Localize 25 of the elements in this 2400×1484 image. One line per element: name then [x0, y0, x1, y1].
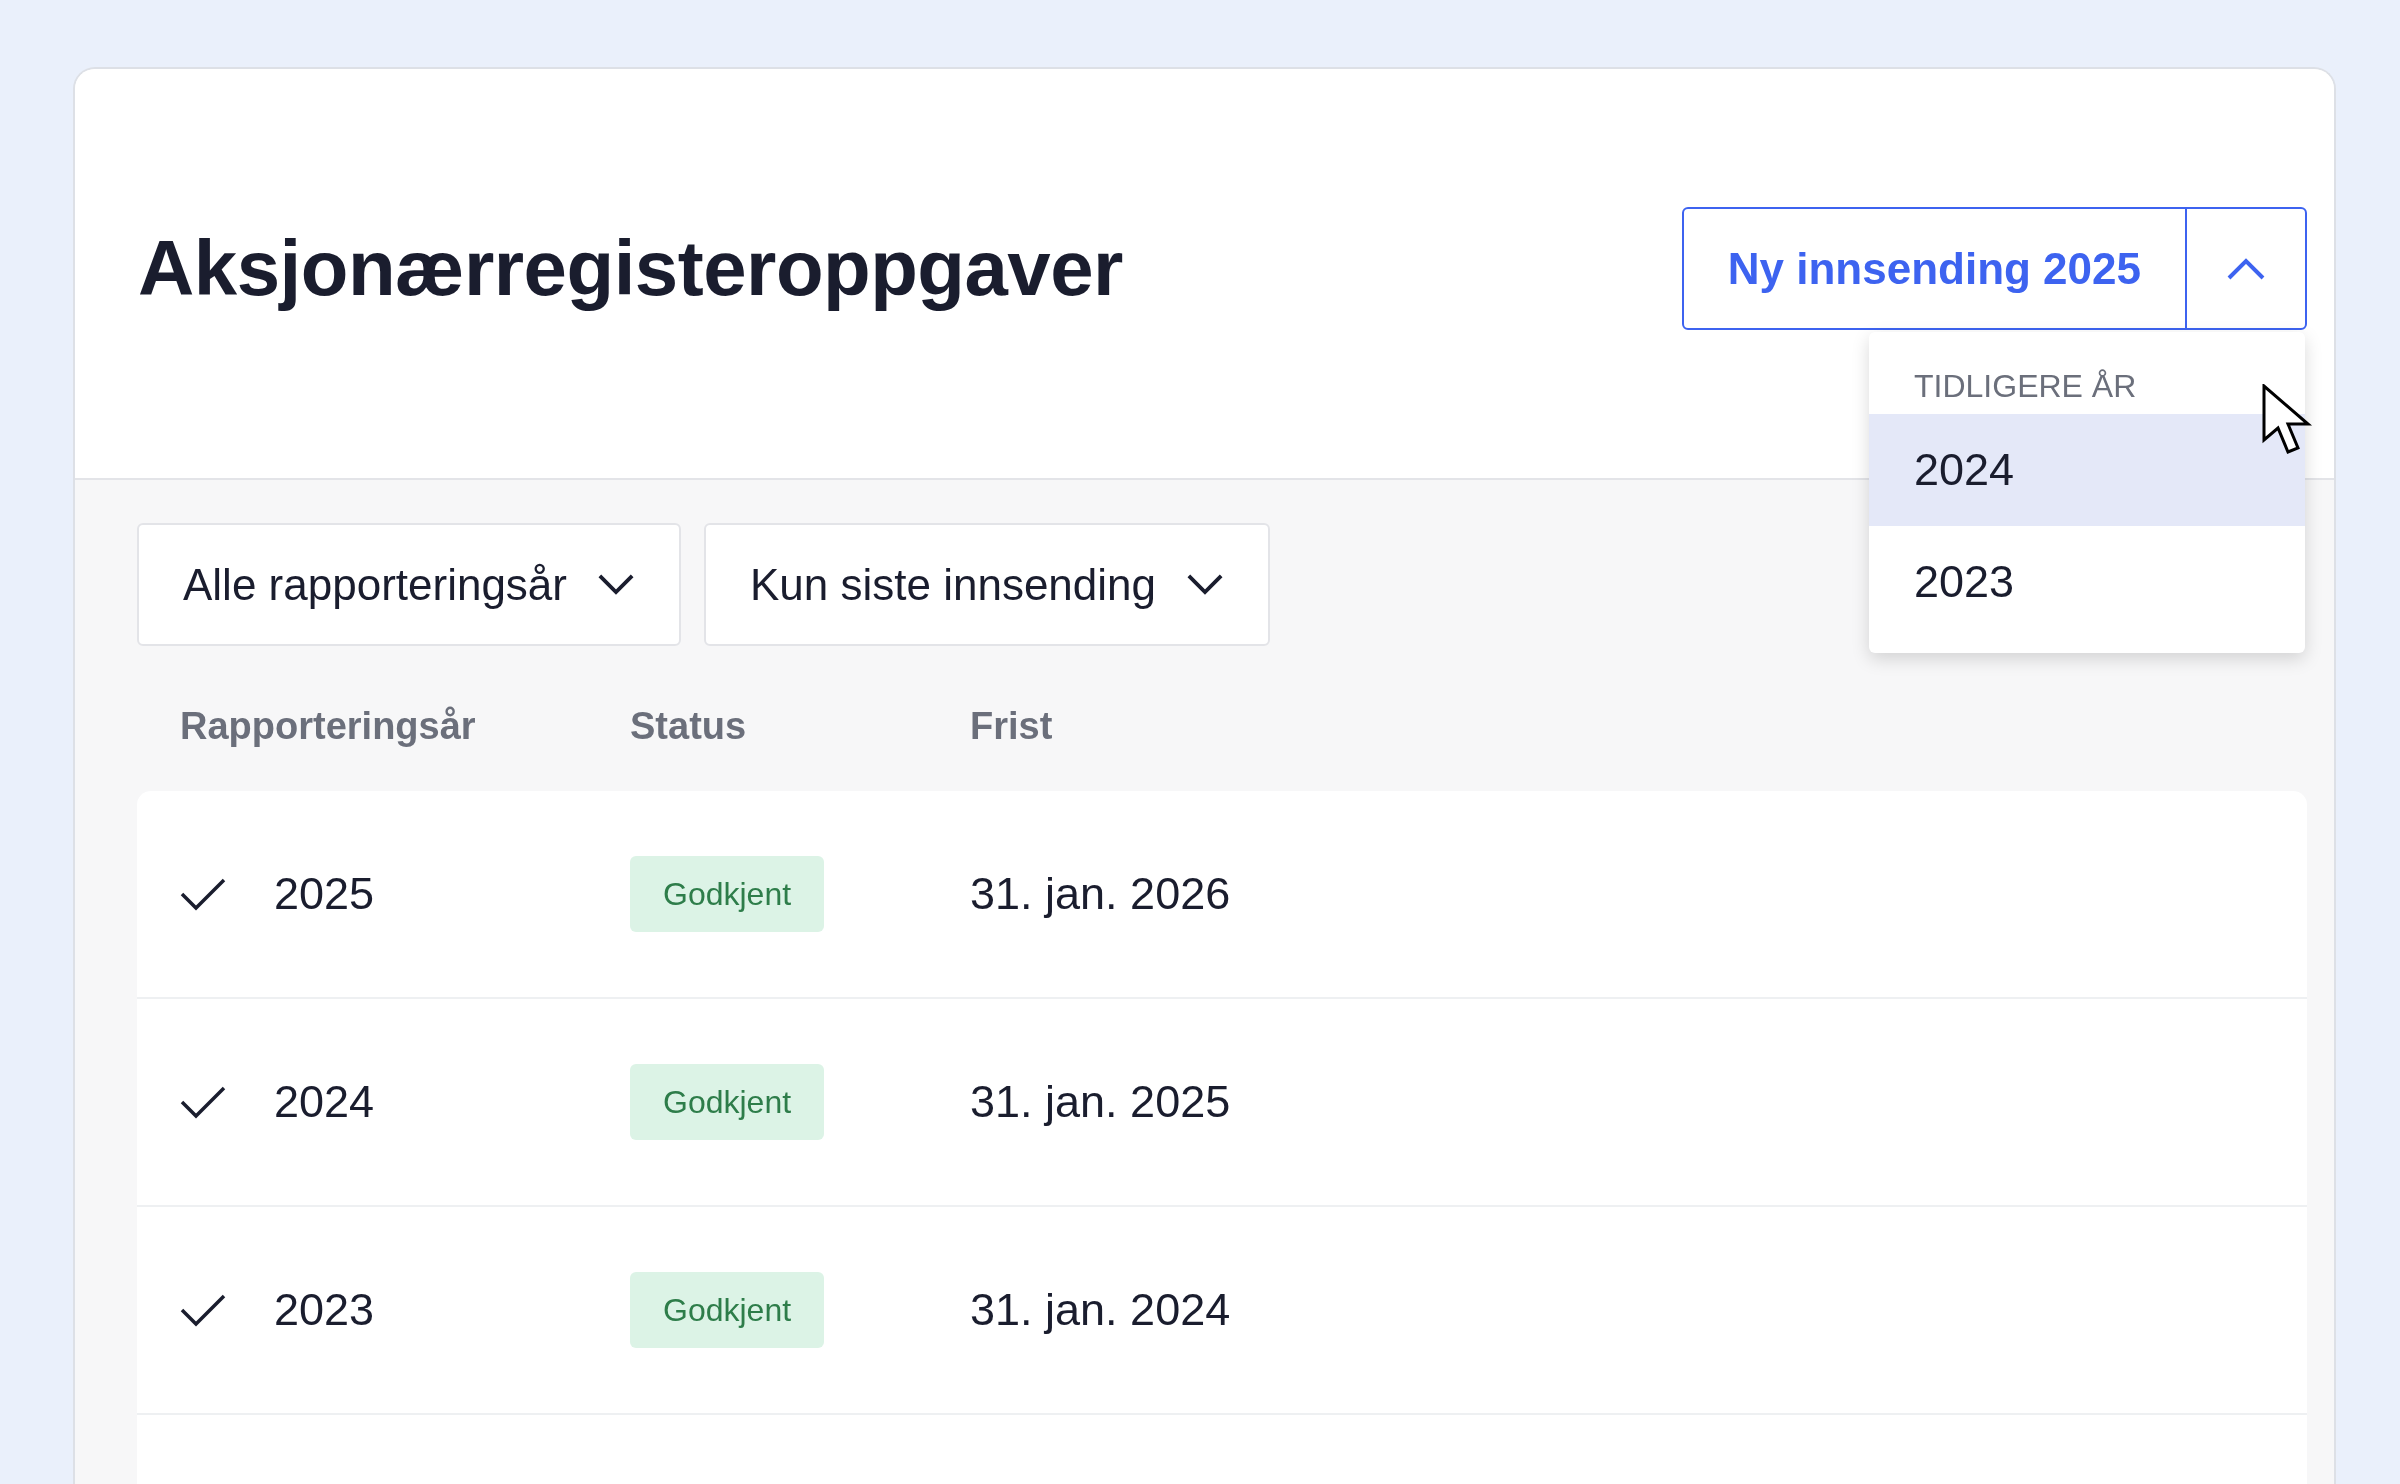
menu-item[interactable]: 2023: [1869, 525, 2305, 637]
deadline-cell: 31. jan. 2025: [970, 1076, 1231, 1128]
new-submission-button[interactable]: Ny innsending 2025: [1683, 209, 2185, 328]
column-header[interactable]: Frist: [970, 698, 2334, 791]
menu-item[interactable]: 2024: [1869, 414, 2305, 526]
filter-dropdown[interactable]: Alle rapporteringsår: [137, 523, 681, 646]
page-title: Aksjonærregisteroppgaver: [138, 222, 1123, 314]
status-badge: Godkjent: [630, 1064, 825, 1140]
deadline-cell: 31. jan. 2024: [970, 1284, 1231, 1336]
year-cell-text: 2024: [274, 1075, 375, 1130]
deadline-cell: 31. jan. 2026: [970, 868, 1231, 920]
checkmark-icon: [180, 1293, 226, 1327]
filter-dropdown[interactable]: Kun siste innsending: [703, 523, 1271, 646]
chevron-up-icon: [2226, 256, 2266, 281]
year-cell-text: 2023: [274, 1283, 375, 1338]
status-badge: Godkjent: [630, 856, 825, 932]
checkmark-icon: [180, 1085, 226, 1119]
year-cell-text: 2025: [274, 867, 375, 922]
status-badge: Godkjent: [630, 1272, 825, 1348]
column-header[interactable]: Rapporteringsår: [180, 698, 630, 791]
column-header[interactable]: Status: [630, 698, 970, 791]
chevron-down-icon: [596, 573, 635, 596]
checkmark-icon: [180, 877, 226, 911]
menu-header: TIDLIGERE ÅR: [1913, 367, 2138, 406]
chevron-down-icon: [1186, 573, 1225, 596]
